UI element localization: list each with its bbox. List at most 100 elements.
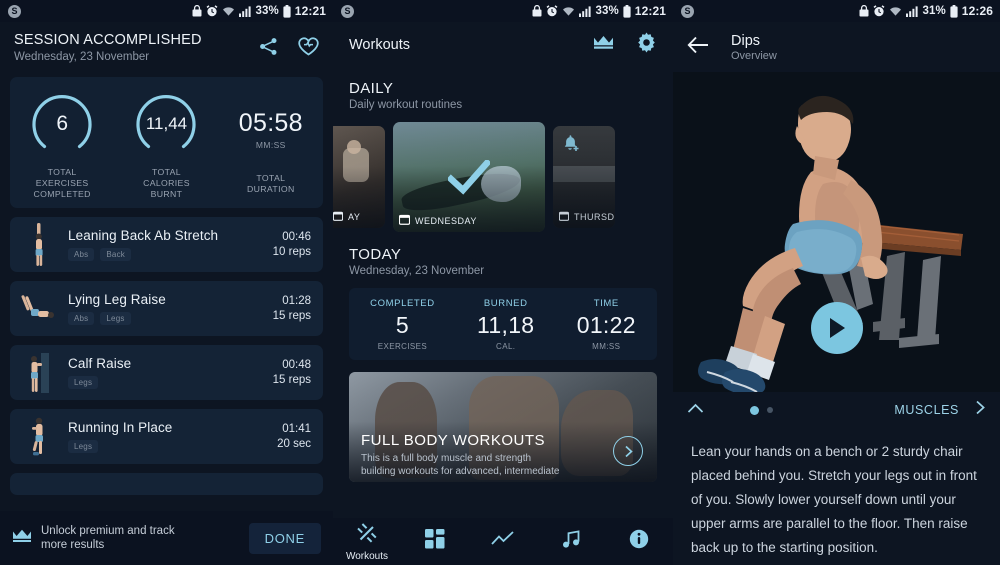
exercise-reps: 10 reps [272,246,311,258]
day-card-label: THURSD [558,211,615,223]
table-row[interactable]: Lying Leg Raise Abs Legs 01:28 15 reps [10,281,323,336]
tab-music[interactable] [537,529,605,554]
detail-header: Dips Overview [673,22,1000,72]
tag: Legs [68,440,99,453]
premium-promo[interactable]: Unlock premium and track more results [12,524,175,552]
arrow-left-icon[interactable] [687,36,709,59]
premium-footer: Unlock premium and track more results DO… [0,511,333,565]
status-bar-system-icons-3: 31% 12:26 [859,4,993,18]
battery-percent-label: 33% [255,5,279,17]
exercise-time: 00:46 [282,231,311,243]
clock-label: 12:21 [294,4,326,18]
tab-info[interactable] [605,529,673,554]
today-stat-burned: BURNED 11,18 CAL. [477,298,534,351]
exercise-time: 01:28 [282,295,311,307]
panel-session-accomplished: S 33% 12:21 SESSION ACCOMPLISHED Wednesd… [0,0,333,565]
stat-label: TOTAL DURATION [247,172,295,194]
promo-title: FULL BODY WORKOUTS [361,432,546,449]
section-title: TODAY [349,246,402,263]
exercise-thumbnail [16,412,62,462]
today-stat-completed: COMPLETED 5 EXERCISES [370,298,435,351]
stat-header: COMPLETED [370,297,435,309]
exercise-thumbnail [16,348,62,398]
table-row[interactable]: Calf Raise Legs 00:48 15 reps [10,345,323,400]
detail-controls: MUSCLES [673,392,1000,428]
day-card-previous[interactable]: AY [333,126,385,228]
tab-workouts[interactable]: Workouts [333,522,401,562]
exercise-metrics: 00:46 10 reps [273,231,311,258]
promo-card-full-body-workouts[interactable]: FULL BODY WORKOUTS This is a full body m… [349,372,657,482]
three-phone-screenshots: S 33% 12:21 SESSION ACCOMPLISHED Wednesd… [0,0,1000,565]
workouts-header: Workouts [333,22,673,68]
exercise-name: Leaning Back Ab Stretch [68,228,219,243]
tag: Legs [68,376,99,389]
signal-icon [239,5,252,17]
tag: Legs [100,312,131,325]
chevron-right-icon[interactable] [613,436,643,466]
alarm-icon [206,5,218,17]
status-bar-app-icons-2: S [341,4,354,18]
day-card-wednesday[interactable]: WEDNESDAY [393,122,545,232]
calendar-icon [398,214,411,227]
page-dot[interactable] [767,407,773,413]
daily-cards-carousel[interactable]: AY WEDNESDAY THURSD [333,122,673,232]
exercise-name: Lying Leg Raise [68,292,166,307]
s-badge-icon: S [681,4,694,18]
panel-exercise-detail: S 31% 12:26 Dips Overview MUSCLES Lean y… [673,0,1000,565]
section-subtitle: Daily workout routines [349,99,463,111]
stat-label: TOTAL EXERCISES COMPLETED [33,167,91,199]
calendar-icon [558,211,570,223]
table-row[interactable]: Running In Place Legs 01:41 20 sec [10,409,323,464]
chevron-right-icon[interactable] [975,400,986,420]
page-dots [750,405,773,415]
signal-icon [906,5,919,17]
header-actions [259,31,319,61]
gear-icon[interactable] [636,32,657,58]
exercise-reps: 20 sec [277,438,311,450]
today-stats-card: COMPLETED 5 EXERCISES BURNED 11,18 CAL. … [349,288,657,360]
stat-unit: EXERCISES [377,341,428,351]
tag: Back [100,248,131,261]
stat-value: 5 [395,311,409,338]
play-icon[interactable] [810,302,863,354]
table-row-partial[interactable] [10,473,323,495]
crown-icon[interactable] [593,34,614,56]
stat-total-calories: 11,44 TOTAL CALORIES BURNT [116,89,216,200]
stat-units: MM:SS [255,140,286,150]
daily-section: DAILY Daily workout routines [333,68,673,115]
page-title: SESSION ACCOMPLISHED [14,32,202,48]
dumbbell-icon [356,522,378,549]
chart-line-icon [491,531,515,552]
wifi-icon [889,6,902,17]
battery-percent-label: 31% [922,5,946,17]
status-bar-2: S 33% 12:21 [333,0,673,22]
stat-total-duration: 05:58 MM:SS TOTAL DURATION [221,95,321,195]
exercise-thumbnail [16,220,62,270]
tab-progress[interactable] [469,531,537,552]
exercise-reps: 15 reps [272,310,311,322]
exercise-subtitle: Overview [731,49,777,62]
day-card-thursday[interactable]: THURSD [553,126,615,228]
alarm-icon [546,5,558,17]
muscles-link[interactable]: MUSCLES [894,400,986,420]
table-row[interactable]: Leaning Back Ab Stretch Abs Back 00:46 1… [10,217,323,272]
exercise-tags: Abs Back [68,248,273,261]
session-summary-card: 6 TOTAL EXERCISES COMPLETED 11,44 TOTAL [10,77,323,208]
stat-value: 6 [56,112,68,135]
calendar-icon [333,211,344,223]
page-dot-active[interactable] [750,405,759,415]
music-note-icon [562,529,581,554]
section-title: DAILY [349,80,394,97]
heart-icon[interactable] [298,37,319,61]
tab-grid[interactable] [401,529,469,554]
share-icon[interactable] [259,37,278,61]
session-header: SESSION ACCOMPLISHED Wednesday, 23 Novem… [0,22,333,73]
exercise-time: 00:48 [282,359,311,371]
status-bar-3: S 31% 12:26 [673,0,1000,22]
done-button[interactable]: DONE [248,522,321,554]
panel-workouts: S 33% 12:21 Workouts DAILY Daily workout… [333,0,673,565]
exercise-illustration[interactable] [673,72,1000,392]
chevron-up-icon[interactable] [687,401,704,419]
info-icon [629,529,649,554]
s-badge-icon: S [8,4,21,18]
